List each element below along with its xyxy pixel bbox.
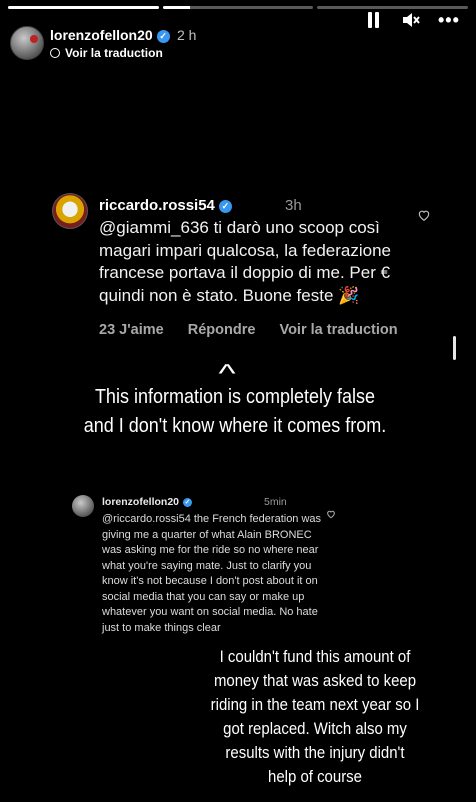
story-caption-2: I couldn't fund this amount of money tha… (210, 647, 420, 786)
story-timestamp: 2 h (177, 27, 197, 43)
reply-username: lorenzofellon20 ✓ (102, 496, 193, 508)
reply-text: @riccardo.rossi54 the French federation … (102, 513, 322, 634)
story-caption-1: This information is completely false and… (83, 386, 387, 437)
translate-button[interactable]: Voir la traduction (279, 322, 397, 338)
commenter-username[interactable]: riccardo.rossi54 ✓ (99, 197, 232, 214)
globe-icon (50, 48, 60, 58)
story-header: lorenzofellon20 ✓ 2 h Voir la traduction (8, 22, 468, 62)
avatar[interactable] (10, 26, 44, 60)
commenter-avatar[interactable] (52, 193, 88, 229)
heart-icon (326, 506, 336, 519)
progress-segment (162, 6, 314, 9)
scrollbar (453, 336, 456, 360)
verified-icon: ✓ (218, 200, 232, 213)
verified-icon: ✓ (183, 498, 193, 507)
story-username[interactable]: lorenzofellon20 ✓ (50, 27, 170, 43)
likes-count[interactable]: 23 J'aime (99, 322, 164, 338)
heart-icon[interactable] (417, 208, 431, 222)
story-progress-bar (8, 6, 469, 9)
reply-timestamp: 5min (264, 496, 287, 508)
progress-segment (317, 6, 469, 9)
verified-icon: ✓ (156, 30, 170, 43)
translate-link[interactable]: Voir la traduction (50, 46, 163, 60)
more-icon[interactable]: ••• (438, 11, 460, 29)
comment-timestamp: 3h (285, 197, 302, 214)
reply-avatar (72, 495, 94, 517)
progress-segment (8, 6, 159, 9)
reply-button[interactable]: Répondre (188, 322, 256, 338)
mute-icon[interactable] (402, 12, 420, 28)
comment-actions: 23 J'aime Répondre Voir la traduction (99, 322, 418, 338)
comment-text: @giammi_636 ti darò uno scoop così magar… (99, 218, 391, 305)
pause-icon[interactable] (366, 12, 380, 28)
